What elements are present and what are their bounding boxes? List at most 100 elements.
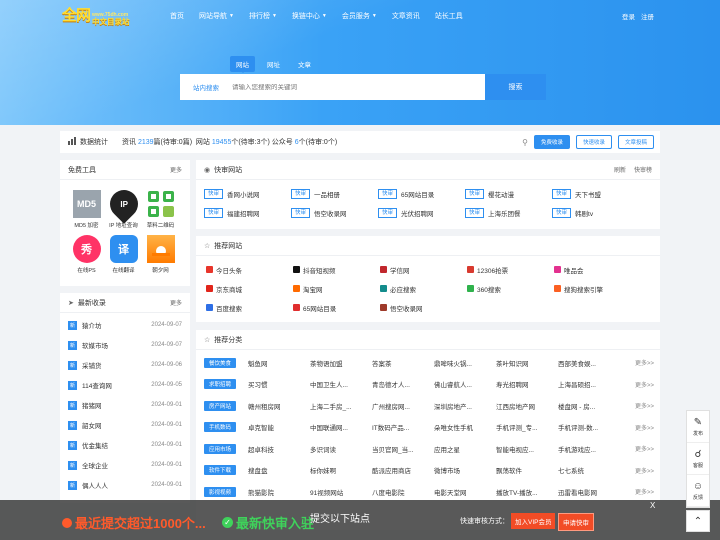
free-submit-button[interactable]: 免费收录 bbox=[533, 135, 570, 149]
recommend-site-item[interactable]: 学信网 bbox=[380, 260, 467, 279]
refresh-link[interactable]: 刷新 bbox=[614, 165, 626, 174]
search-tab-article[interactable]: 文章 bbox=[292, 56, 317, 72]
category-site-link[interactable]: 江西房地产网 bbox=[496, 401, 558, 411]
category-site-link[interactable]: 迅雷看电影网 bbox=[558, 487, 620, 497]
article-submit-button[interactable]: 文章投稿 bbox=[617, 135, 654, 149]
list-item[interactable]: 新 114查询网 2024-09-05 bbox=[60, 375, 190, 395]
latest-more-link[interactable]: 更多 bbox=[170, 298, 182, 307]
tool-zhaoxi[interactable]: 朝夕网 bbox=[142, 235, 179, 274]
quick-site-item[interactable]: 快审 香网小说网 bbox=[204, 184, 291, 203]
recommend-site-item[interactable]: 京东商城 bbox=[206, 279, 293, 298]
recommend-site-item[interactable]: 搜狗搜索引擎 bbox=[554, 279, 641, 298]
quick-site-item[interactable]: 快审 韩剧tv bbox=[552, 203, 639, 222]
category-site-link[interactable]: 手机评测-数... bbox=[558, 422, 620, 432]
category-more-link[interactable]: 更多>> bbox=[635, 487, 654, 496]
category-tag[interactable]: 房产网站 bbox=[204, 400, 236, 411]
category-site-link[interactable]: 楼盘网 - 房... bbox=[558, 401, 620, 411]
quick-site-item[interactable]: 快审 天下书盟 bbox=[552, 184, 639, 203]
category-site-link[interactable]: 茶物语加盟 bbox=[310, 358, 372, 368]
category-tag[interactable]: 软件下载 bbox=[204, 465, 236, 476]
join-vip-button[interactable]: 加入VIP会员 bbox=[511, 513, 556, 529]
quick-rank-link[interactable]: 快审榜 bbox=[634, 165, 652, 174]
list-item[interactable]: 新韶女网 2024-09-01 bbox=[60, 415, 190, 435]
category-site-link[interactable]: 手机评测_专... bbox=[496, 422, 558, 432]
quick-site-item[interactable]: 快审 悟空收录网 bbox=[291, 203, 378, 222]
search-icon[interactable]: ⚲ bbox=[522, 138, 528, 147]
recommend-site-item[interactable]: 抖音短视频 bbox=[293, 260, 380, 279]
nav-item[interactable]: 换链中心 ▼ bbox=[292, 11, 327, 21]
nav-item[interactable]: 文章资讯 bbox=[392, 11, 420, 21]
category-site-link[interactable]: 91视频网站 bbox=[310, 487, 372, 497]
nav-item[interactable]: 会员服务 ▼ bbox=[342, 11, 377, 21]
category-site-link[interactable]: 上海二手房_... bbox=[310, 401, 372, 411]
tool-md5[interactable]: MD5 MD5 加密 bbox=[68, 190, 105, 229]
category-site-link[interactable]: 卓克智能 bbox=[248, 422, 310, 432]
back-to-top-button[interactable]: ⌃ bbox=[686, 510, 710, 532]
category-more-link[interactable]: 更多>> bbox=[635, 401, 654, 410]
quick-site-item[interactable]: 快审 光伏招聘网 bbox=[378, 203, 465, 222]
list-item[interactable]: 新优金集结 2024-09-01 bbox=[60, 435, 190, 455]
recommend-site-item[interactable]: 悟空收录网 bbox=[380, 298, 467, 317]
category-tag[interactable]: 应用市场 bbox=[204, 443, 236, 454]
category-more-link[interactable]: 更多>> bbox=[635, 466, 654, 475]
quick-site-item[interactable]: 快审 樱花动漫 bbox=[465, 184, 552, 203]
category-site-link[interactable]: 熊猫影院 bbox=[248, 487, 310, 497]
tool-ps[interactable]: 秀 在线PS bbox=[68, 235, 105, 274]
search-input[interactable] bbox=[232, 83, 485, 91]
post-float-button[interactable]: ✎ 发布 bbox=[687, 411, 709, 443]
category-more-link[interactable]: 更多>> bbox=[635, 358, 654, 367]
service-float-button[interactable]: ☌ 客服 bbox=[687, 443, 709, 475]
category-site-link[interactable]: 买习惯 bbox=[248, 379, 310, 389]
feedback-float-button[interactable]: ☺ 反馈 bbox=[687, 475, 709, 507]
category-site-link[interactable]: 佛山睿航人... bbox=[434, 379, 496, 389]
category-site-link[interactable]: 当贝官网_当... bbox=[372, 444, 434, 454]
search-button[interactable]: 搜索 bbox=[485, 74, 546, 100]
category-site-link[interactable]: IT数码产品... bbox=[372, 422, 434, 432]
list-item[interactable]: 新软媒市场 2024-09-07 bbox=[60, 335, 190, 355]
category-site-link[interactable]: 搜盘盘 bbox=[248, 465, 310, 475]
category-site-link[interactable]: 酷派应用商店 bbox=[372, 465, 434, 475]
category-site-link[interactable]: 上海昌硕招... bbox=[558, 379, 620, 389]
quick-site-item[interactable]: 快审 一品相册 bbox=[291, 184, 378, 203]
category-tag[interactable]: 餐饮美食 bbox=[204, 357, 236, 368]
category-site-link[interactable]: 标你妹啊 bbox=[310, 465, 372, 475]
apply-fast-review-button[interactable]: 申请快审 bbox=[558, 513, 594, 531]
recommend-site-item[interactable]: 唯品会 bbox=[554, 260, 641, 279]
category-site-link[interactable]: 答案茶 bbox=[372, 358, 434, 368]
category-site-link[interactable]: 七七系统 bbox=[558, 465, 620, 475]
list-item[interactable]: 新全球企业 2024-09-01 bbox=[60, 455, 190, 475]
category-site-link[interactable]: 中国卫生人... bbox=[310, 379, 372, 389]
category-site-link[interactable]: 八度电影院 bbox=[372, 487, 434, 497]
category-site-link[interactable]: 魁鱼网 bbox=[248, 358, 310, 368]
tool-ip[interactable]: IP IP 地址查询 bbox=[103, 184, 144, 229]
category-site-link[interactable]: 青岛德才人... bbox=[372, 379, 434, 389]
category-site-link[interactable]: 电影天堂网 bbox=[434, 487, 496, 497]
recommend-site-item[interactable]: 12306抢票 bbox=[467, 260, 554, 279]
recommend-site-item[interactable]: 今日头条 bbox=[206, 260, 293, 279]
category-site-link[interactable]: 深圳房地产... bbox=[434, 401, 496, 411]
register-link[interactable]: 注册 bbox=[641, 11, 654, 21]
category-site-link[interactable]: 朵唯女性手机 bbox=[434, 422, 496, 432]
list-item[interactable]: 新猪猪网 2024-09-01 bbox=[60, 395, 190, 415]
category-site-link[interactable]: 茶叶知识网 bbox=[496, 358, 558, 368]
login-link[interactable]: 登录 bbox=[622, 11, 635, 21]
nav-item[interactable]: 站长工具 bbox=[435, 11, 463, 21]
category-more-link[interactable]: 更多>> bbox=[635, 380, 654, 389]
nav-item[interactable]: 排行榜 ▼ bbox=[249, 11, 277, 21]
category-site-link[interactable]: 智能电视应... bbox=[496, 444, 558, 454]
fast-submit-button[interactable]: 快速收录 bbox=[575, 135, 612, 149]
category-site-link[interactable]: 微博市场 bbox=[434, 465, 496, 475]
category-site-link[interactable]: 播放TV-播放... bbox=[496, 487, 558, 497]
category-tag[interactable]: 手机数码 bbox=[204, 422, 236, 433]
nav-item[interactable]: 首页 bbox=[170, 11, 184, 21]
recommend-site-item[interactable]: 360搜索 bbox=[467, 279, 554, 298]
list-item[interactable]: 新采铺货 2024-09-06 bbox=[60, 355, 190, 375]
search-tab-url[interactable]: 网址 bbox=[261, 56, 286, 72]
close-icon[interactable]: X bbox=[650, 501, 655, 510]
quick-site-item[interactable]: 快审 上海乐团餐 bbox=[465, 203, 552, 222]
category-site-link[interactable]: 中国联通网... bbox=[310, 422, 372, 432]
category-site-link[interactable]: 鼎哞味火锅... bbox=[434, 358, 496, 368]
category-site-link[interactable]: 广州搜房网... bbox=[372, 401, 434, 411]
list-item[interactable]: 新偶人人人 2024-09-01 bbox=[60, 475, 190, 495]
category-more-link[interactable]: 更多>> bbox=[635, 423, 654, 432]
